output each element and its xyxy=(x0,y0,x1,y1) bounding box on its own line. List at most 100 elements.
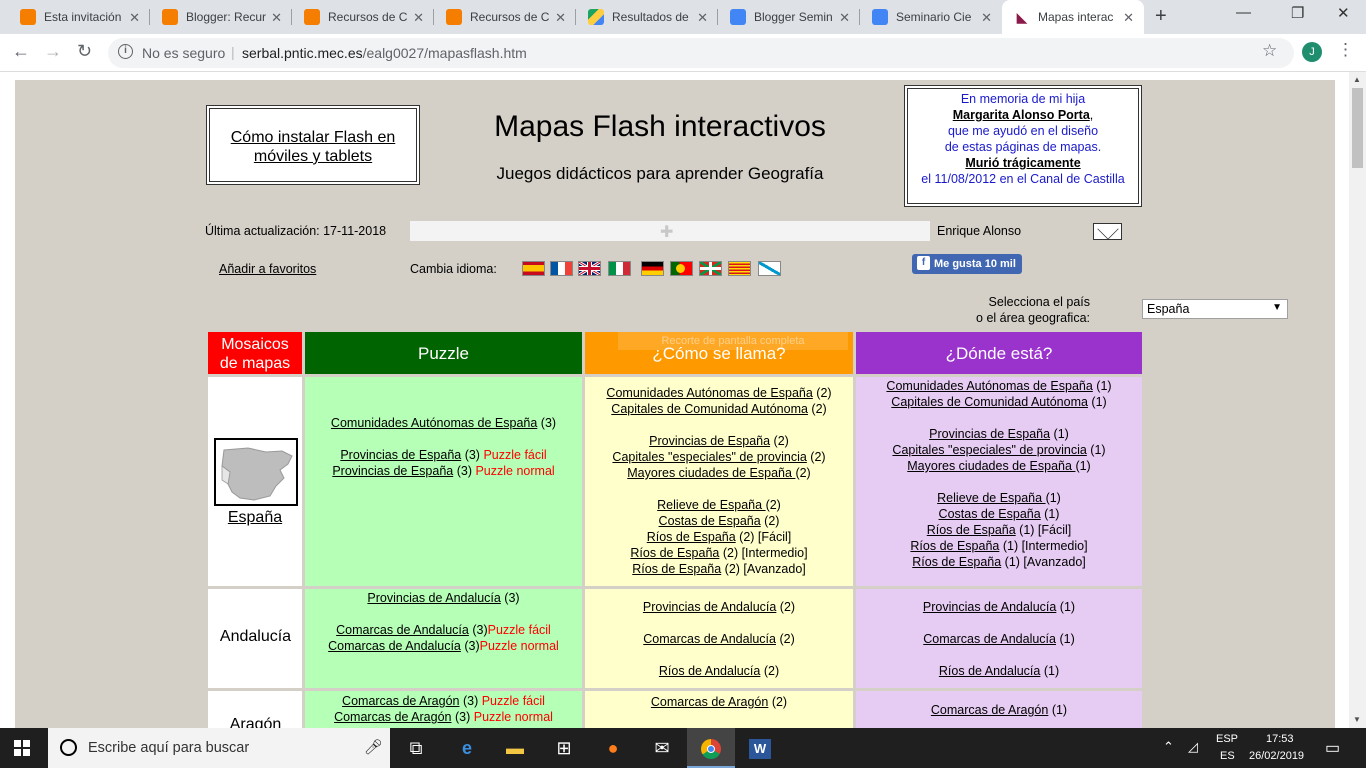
edge-icon[interactable]: e xyxy=(443,728,491,768)
map-game-link[interactable]: Ríos de Andalucía xyxy=(659,664,760,678)
map-game-link[interactable]: Comarcas de Aragón xyxy=(931,703,1048,717)
map-game-link[interactable]: Provincias de España xyxy=(340,448,461,462)
map-game-link[interactable]: Provincias de España xyxy=(332,464,453,478)
browser-tab[interactable]: Recursos de C ✕ xyxy=(292,0,434,34)
reload-button[interactable]: ↻ xyxy=(77,41,92,62)
store-icon[interactable]: ⊞ xyxy=(540,728,588,768)
map-game-link[interactable]: Relieve de España xyxy=(937,491,1045,505)
map-game-link[interactable]: Ríos de España xyxy=(632,562,721,576)
map-game-link[interactable]: Comarcas de Aragón xyxy=(334,710,451,724)
close-tab-icon[interactable]: ✕ xyxy=(1123,10,1134,26)
forward-button[interactable]: → xyxy=(44,41,62,62)
map-game-link[interactable]: Ríos de España xyxy=(912,555,1001,569)
scroll-up-icon[interactable]: ▲ xyxy=(1353,75,1361,84)
add-favorites-link[interactable]: Añadir a favoritos xyxy=(219,262,316,276)
map-game-link[interactable]: Capitales de Comunidad Autónoma xyxy=(891,395,1088,409)
scroll-down-icon[interactable]: ▼ xyxy=(1353,715,1361,724)
map-game-link[interactable]: Ríos de España xyxy=(910,539,999,553)
close-tab-icon[interactable]: ✕ xyxy=(839,10,850,26)
input-lang-2[interactable]: ES xyxy=(1220,750,1235,762)
embedded-plugin-bar[interactable]: ✚ xyxy=(410,221,930,241)
map-game-link[interactable]: Provincias de España xyxy=(649,434,770,448)
profile-avatar[interactable]: J xyxy=(1302,42,1322,62)
close-tab-icon[interactable]: ✕ xyxy=(271,10,282,26)
map-game-link[interactable]: Ríos de España xyxy=(630,546,719,560)
close-tab-icon[interactable]: ✕ xyxy=(981,10,992,26)
close-tab-icon[interactable]: ✕ xyxy=(129,10,140,26)
tray-expand-icon[interactable]: ⌃ xyxy=(1163,739,1174,755)
flag-galicia-icon[interactable] xyxy=(758,261,781,276)
map-game-link[interactable]: Comunidades Autónomas de España xyxy=(886,379,1092,393)
close-tab-icon[interactable]: ✕ xyxy=(555,10,566,26)
browser-tab-active[interactable]: ◣ Mapas interac ✕ xyxy=(1002,0,1144,34)
browser-tab[interactable]: Resultados de ✕ xyxy=(576,0,718,34)
map-game-link[interactable]: Provincias de España xyxy=(929,427,1050,441)
close-tab-icon[interactable]: ✕ xyxy=(413,10,424,26)
flag-basque-icon[interactable] xyxy=(699,261,722,276)
map-game-link[interactable]: Costas de España xyxy=(659,514,761,528)
country-select[interactable]: España ▼ xyxy=(1142,299,1288,319)
facebook-like-button[interactable]: f Me gusta 10 mil xyxy=(912,254,1022,274)
close-tab-icon[interactable]: ✕ xyxy=(697,10,708,26)
flag-italy-icon[interactable] xyxy=(608,261,631,276)
map-game-link[interactable]: Comarcas de Andalucía xyxy=(923,632,1056,646)
map-game-link[interactable]: Comarcas de Aragón xyxy=(342,694,459,708)
browser-tab[interactable]: Esta invitación ✕ xyxy=(8,0,150,34)
map-game-link[interactable]: Capitales "especiales" de provincia xyxy=(612,450,806,464)
map-game-link[interactable]: Comarcas de Aragón xyxy=(651,695,768,709)
input-lang-1[interactable]: ESP xyxy=(1216,733,1238,745)
flag-uk-icon[interactable] xyxy=(578,261,601,276)
map-game-link[interactable]: Comarcas de Andalucía xyxy=(328,639,461,653)
mail-app-icon[interactable]: ✉ xyxy=(638,728,686,768)
map-game-link[interactable]: Capitales "especiales" de provincia xyxy=(892,443,1086,457)
browser-tab[interactable]: Seminario Cie ✕ xyxy=(860,0,1002,34)
browser-tab[interactable]: Recursos de C ✕ xyxy=(434,0,576,34)
clock-date[interactable]: 26/02/2019 xyxy=(1249,750,1304,762)
clock-time[interactable]: 17:53 xyxy=(1266,733,1294,745)
scroll-thumb[interactable] xyxy=(1352,88,1363,168)
map-game-link[interactable]: Ríos de España xyxy=(927,523,1016,537)
address-bar[interactable]: i No es seguro | serbal.pntic.mec.es/eal… xyxy=(108,38,1294,68)
map-game-link[interactable]: Ríos de Andalucía xyxy=(939,664,1040,678)
map-game-link[interactable]: Costas de España xyxy=(939,507,1041,521)
spain-map-thumbnail[interactable] xyxy=(214,438,298,506)
row-link-espana[interactable]: España xyxy=(208,510,302,526)
map-game-link[interactable]: Ríos de España xyxy=(647,530,736,544)
map-game-link[interactable]: Relieve de España xyxy=(657,498,765,512)
file-explorer-icon[interactable]: ▬ xyxy=(491,728,539,768)
notifications-icon[interactable]: ▭ xyxy=(1325,738,1340,758)
map-game-link[interactable]: Comunidades Autónomas de España xyxy=(606,386,812,400)
windows-start-icon[interactable] xyxy=(14,740,30,756)
flag-spain-icon[interactable] xyxy=(522,261,545,276)
firefox-icon[interactable]: ● xyxy=(589,728,637,768)
mail-icon[interactable] xyxy=(1093,223,1122,240)
new-tab-button[interactable]: + xyxy=(1155,5,1167,28)
map-game-link[interactable]: Mayores ciudades de España xyxy=(907,459,1075,473)
map-game-link[interactable]: Provincias de Andalucía xyxy=(367,591,500,605)
map-game-link[interactable]: Comarcas de Andalucía xyxy=(336,623,469,637)
flash-help-link[interactable]: Cómo instalar Flash en móviles y tablets xyxy=(207,128,419,166)
browser-tab[interactable]: Blogger Semin ✕ xyxy=(718,0,860,34)
map-game-link[interactable]: Provincias de Andalucía xyxy=(923,600,1056,614)
taskbar-search-box[interactable]: Escribe aquí para buscar 🎤︎ xyxy=(48,728,390,768)
flag-catalonia-icon[interactable] xyxy=(728,261,751,276)
map-game-link[interactable]: Provincias de Andalucía xyxy=(643,600,776,614)
info-icon[interactable]: i xyxy=(118,44,133,59)
word-icon[interactable]: W xyxy=(736,728,784,768)
microphone-icon[interactable]: 🎤︎ xyxy=(364,738,383,756)
bookmark-star-icon[interactable]: ☆ xyxy=(1262,41,1277,61)
map-game-link[interactable]: Capitales de Comunidad Autónoma xyxy=(611,402,808,416)
back-button[interactable]: ← xyxy=(12,41,30,62)
task-view-icon[interactable]: ⧉ xyxy=(392,728,440,768)
flag-portugal-icon[interactable] xyxy=(670,261,693,276)
flag-germany-icon[interactable] xyxy=(641,261,664,276)
network-icon[interactable]: ◿ xyxy=(1188,739,1198,755)
browser-tab[interactable]: Blogger: Recur ✕ xyxy=(150,0,292,34)
map-game-link[interactable]: Comunidades Autónomas de España xyxy=(331,416,537,430)
close-window-button[interactable]: ✕ xyxy=(1337,4,1350,22)
chrome-icon[interactable] xyxy=(687,728,735,768)
map-game-link[interactable]: Mayores ciudades de España xyxy=(627,466,795,480)
maximize-button[interactable]: ❐ xyxy=(1291,4,1304,22)
page-scrollbar[interactable]: ▲ ▼ xyxy=(1349,72,1366,728)
flag-france-icon[interactable] xyxy=(550,261,573,276)
